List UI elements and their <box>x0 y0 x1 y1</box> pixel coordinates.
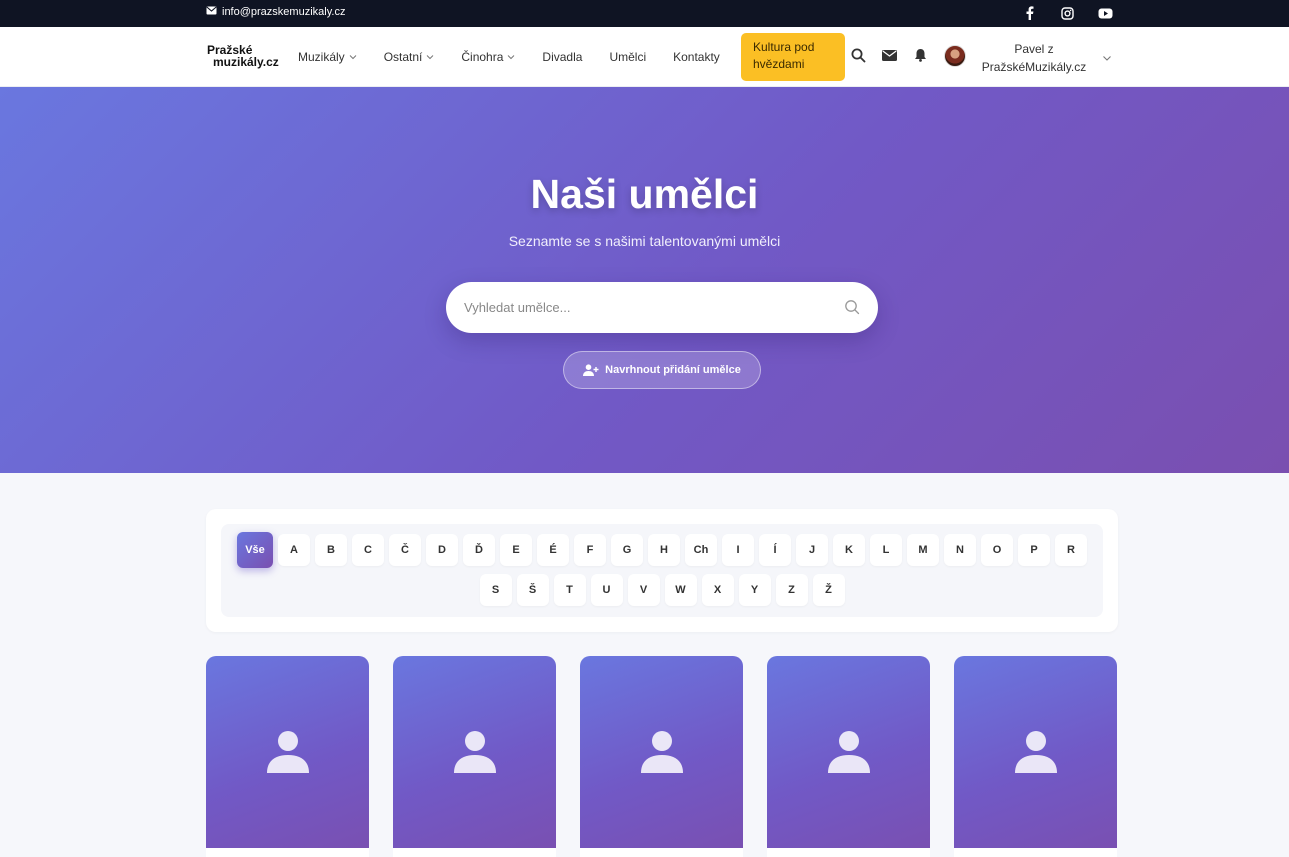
chevron-down-icon[interactable] <box>1102 53 1112 63</box>
search-icon[interactable] <box>850 47 866 63</box>
page-subtitle: Seznamte se s našimi talentovanými umělc… <box>508 233 781 249</box>
nav-item-label: Umělci <box>609 50 647 64</box>
top-email-text: info@prazskemuzikaly.cz <box>222 6 346 18</box>
letter-filter-button[interactable]: C <box>352 534 384 566</box>
bell-icon[interactable] <box>912 47 928 63</box>
chevron-down-icon <box>508 55 515 60</box>
top-bar: info@prazskemuzikaly.cz <box>0 0 1289 27</box>
nav-icons <box>850 47 928 63</box>
letter-list: Vše A B C Č D Ď E É F G H Ch I Í J K L M N O P R S Š T U V W X Y Z Ž <box>231 532 1093 606</box>
artist-card[interactable] <box>767 656 930 857</box>
artist-card-footer <box>393 848 556 857</box>
main-navbar: Pražské muzikály.cz Muzikály Ostatní Čin… <box>0 27 1289 87</box>
person-placeholder-icon <box>641 731 683 773</box>
letter-filter-button[interactable]: E <box>500 534 532 566</box>
user-avatar[interactable] <box>944 45 966 67</box>
suggest-artist-button[interactable]: Navrhnout přidání umělce <box>563 351 761 389</box>
artist-card[interactable] <box>393 656 556 857</box>
nav-item-umelci[interactable]: Umělci <box>609 50 646 64</box>
alphabet-filter-card: Vše A B C Č D Ď E É F G H Ch I Í J K L M N O P R S Š T U V W X Y Z Ž <box>206 509 1118 632</box>
letter-filter-button[interactable]: T <box>553 574 586 606</box>
letter-filter-button[interactable]: Y <box>738 574 771 606</box>
person-placeholder-icon <box>454 731 496 773</box>
nav-item-kontakty[interactable]: Kontakty <box>673 50 720 64</box>
letter-filter-button[interactable]: K <box>833 534 865 566</box>
youtube-icon[interactable] <box>1097 5 1113 21</box>
suggest-artist-label: Navrhnout přidání umělce <box>605 364 741 376</box>
facebook-icon[interactable] <box>1021 5 1037 21</box>
user-menu-label[interactable]: Pavel z PražskéMuzikály.cz <box>978 40 1090 76</box>
chevron-down-icon <box>349 55 357 60</box>
letter-filter-button[interactable]: R <box>1055 534 1087 566</box>
artist-search-box <box>446 282 878 333</box>
letter-filter-button[interactable]: F <box>574 534 606 566</box>
letter-filter-button[interactable]: J <box>796 534 828 566</box>
envelope-icon <box>206 6 217 18</box>
artist-card-footer <box>954 848 1117 857</box>
artist-card-footer <box>767 848 930 857</box>
artist-card[interactable] <box>954 656 1117 857</box>
letter-filter-button[interactable]: Ch <box>685 534 717 566</box>
letter-filter-button[interactable]: I <box>722 534 754 566</box>
letter-filter-all[interactable]: Vše <box>237 532 273 568</box>
top-email-link[interactable]: info@prazskemuzikaly.cz <box>206 6 345 18</box>
letter-filter-button[interactable]: X <box>701 574 734 606</box>
search-icon[interactable] <box>844 299 860 315</box>
letter-filter-button[interactable]: Z <box>775 574 808 606</box>
letter-filter-button[interactable]: Č <box>389 534 421 566</box>
artist-card-footer <box>580 848 743 857</box>
nav-item-label: Divadla <box>542 50 583 64</box>
letter-filter-button[interactable]: G <box>611 534 643 566</box>
kultura-pod-hvezdami-button[interactable]: Kultura pod hvězdami <box>741 33 845 81</box>
person-placeholder-icon <box>828 731 870 773</box>
letter-filter-button[interactable]: Š <box>516 574 549 606</box>
letter-filter-button[interactable]: É <box>537 534 569 566</box>
nav-item-label: Kontakty <box>673 50 720 64</box>
artist-card[interactable] <box>206 656 369 857</box>
nav-item-label: Činohra <box>461 50 504 64</box>
nav-menu: Muzikály Ostatní Činohra Divadla Umělci … <box>298 27 747 87</box>
artist-card[interactable] <box>580 656 743 857</box>
social-links <box>1021 5 1113 21</box>
letter-filter-button[interactable]: A <box>278 534 310 566</box>
letter-filter-button[interactable]: Ď <box>463 534 495 566</box>
person-placeholder-icon <box>1015 731 1057 773</box>
artist-card-footer <box>206 848 369 857</box>
letter-filter-button[interactable]: B <box>315 534 347 566</box>
nav-item-ostatni[interactable]: Ostatní <box>384 50 435 64</box>
nav-item-label: Ostatní <box>383 50 423 64</box>
letter-filter-button[interactable]: Ž <box>812 574 845 606</box>
user-plus-icon <box>583 364 599 376</box>
artist-card-grid <box>206 656 1117 857</box>
person-placeholder-icon <box>267 731 309 773</box>
letter-filter-button[interactable]: O <box>981 534 1013 566</box>
letter-filter-button[interactable]: S <box>479 574 512 606</box>
chevron-down-icon <box>427 55 434 60</box>
instagram-icon[interactable] <box>1059 5 1075 21</box>
letter-filter-button[interactable]: N <box>944 534 976 566</box>
letter-filter-button[interactable]: V <box>627 574 660 606</box>
letter-filter-button[interactable]: P <box>1018 534 1050 566</box>
letter-filter-button[interactable]: Í <box>759 534 791 566</box>
alphabet-filter: Vše A B C Č D Ď E É F G H Ch I Í J K L M N O P R S Š T U V W X Y Z Ž <box>221 524 1103 617</box>
nav-item-divadla[interactable]: Divadla <box>542 50 582 64</box>
letter-filter-button[interactable]: M <box>907 534 939 566</box>
nav-item-label: Muzikály <box>298 50 345 64</box>
letter-filter-button[interactable]: U <box>590 574 623 606</box>
artist-search-input[interactable] <box>464 282 824 333</box>
logo-line-2: muzikály.cz <box>213 55 279 69</box>
letter-filter-button[interactable]: D <box>426 534 458 566</box>
letter-filter-button[interactable]: L <box>870 534 902 566</box>
nav-item-cinohra[interactable]: Činohra <box>461 50 515 64</box>
page-title: Naši umělci <box>530 171 759 217</box>
mail-icon[interactable] <box>881 47 897 63</box>
letter-filter-button[interactable]: W <box>664 574 697 606</box>
nav-item-muzikaly[interactable]: Muzikály <box>298 50 357 64</box>
hero-section: Naši umělci Seznamte se s našimi talento… <box>0 87 1289 473</box>
letter-filter-button[interactable]: H <box>648 534 680 566</box>
site-logo[interactable]: Pražské muzikály.cz <box>207 44 287 68</box>
